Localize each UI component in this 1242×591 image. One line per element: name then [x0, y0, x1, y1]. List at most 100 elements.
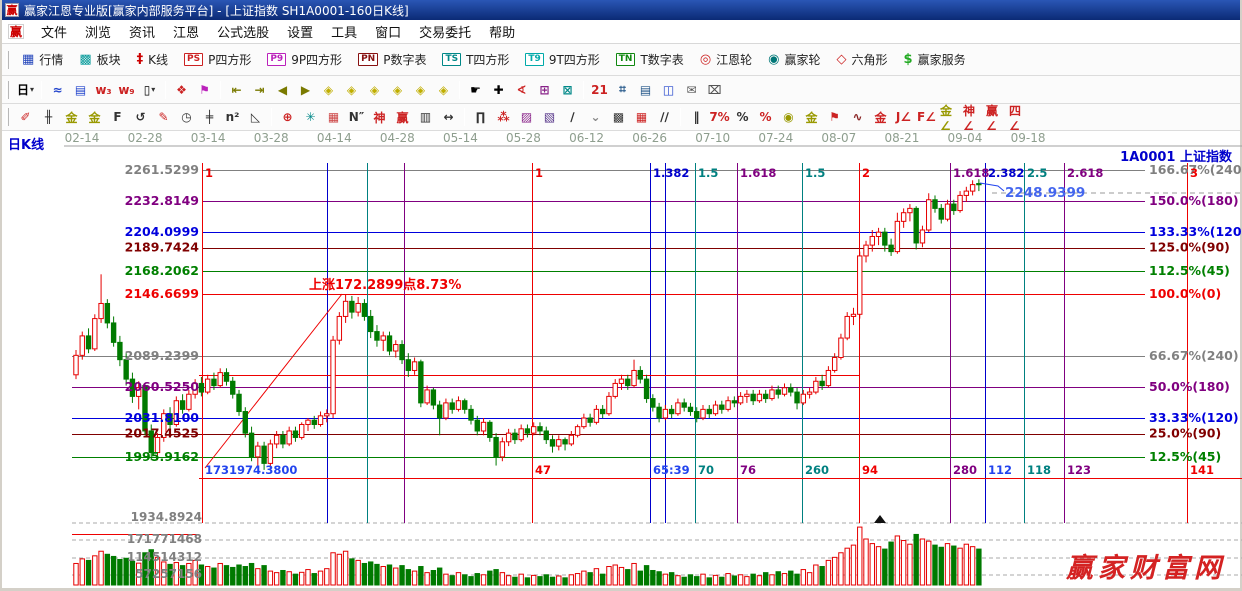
gold-circle-icon[interactable]: ◉ — [778, 107, 799, 128]
percent7-icon[interactable]: 7% — [709, 107, 730, 128]
ruler-comb-icon[interactable]: ╫ — [38, 107, 59, 128]
f-angle-icon[interactable]: F∠ — [916, 107, 937, 128]
p9-square-button[interactable]: P99P四方形 — [259, 47, 350, 73]
menu-item-2[interactable]: 资讯 — [120, 20, 164, 43]
kline-button[interactable]: ‡K线 — [129, 47, 176, 73]
next-page-icon[interactable]: ▶ — [295, 79, 316, 100]
p-number-button[interactable]: PNP数字表 — [350, 47, 434, 73]
rays-icon[interactable]: ⁂ — [493, 107, 514, 128]
brush-icon[interactable]: ✐ — [15, 107, 36, 128]
grid-target-icon[interactable]: ▦ — [323, 107, 344, 128]
zoom-diamond-3-icon[interactable]: ◈ — [364, 79, 385, 100]
wave3-icon[interactable]: w₃ — [93, 79, 114, 100]
zoom-diamond-2-icon[interactable]: ◈ — [341, 79, 362, 100]
frame-icon[interactable]: ∏ — [470, 107, 491, 128]
pen-line-icon[interactable]: ∕ — [562, 107, 583, 128]
first-page-icon[interactable]: ⇤ — [226, 79, 247, 100]
zoom-diamond-5-icon[interactable]: ◈ — [410, 79, 431, 100]
p-square-button[interactable]: PSP四方形 — [176, 47, 259, 73]
angle-ruler-icon[interactable]: ◺ — [245, 107, 266, 128]
stock-mark-icon[interactable]: ❖ — [171, 79, 192, 100]
v-dotted-icon[interactable]: ⌄ — [585, 107, 606, 128]
zoom-diamond-4-icon[interactable]: ◈ — [387, 79, 408, 100]
gann-box-purple-icon[interactable]: ⊞ — [534, 79, 555, 100]
zoom-diamond-1-icon[interactable]: ◈ — [318, 79, 339, 100]
zoom-diamond-6-icon[interactable]: ◈ — [433, 79, 454, 100]
red-pen-icon[interactable]: ✎ — [153, 107, 174, 128]
toolbar-grip[interactable] — [6, 108, 9, 126]
winner-service-button[interactable]: $赢家服务 — [896, 47, 974, 73]
hexagon-button[interactable]: ◇六角形 — [829, 47, 896, 73]
win-icon[interactable]: 赢 — [392, 107, 413, 128]
menu-item-3[interactable]: 江恩 — [164, 20, 208, 43]
t9-square-button[interactable]: T99T四方形 — [517, 47, 607, 73]
mail-icon[interactable]: ✉ — [681, 79, 702, 100]
gann-percent-label: 100.0%(0) — [1149, 286, 1221, 301]
menu-item-1[interactable]: 浏览 — [76, 20, 120, 43]
menu-item-0[interactable]: 文件 — [32, 20, 76, 43]
info-panel-icon[interactable]: ▤ — [70, 79, 91, 100]
wave-pattern-icon[interactable]: ≈ — [47, 79, 68, 100]
snowflake-icon[interactable]: ✳ — [300, 107, 321, 128]
target-icon[interactable]: ⊕ — [277, 107, 298, 128]
notes-icon[interactable]: ▤ — [635, 79, 656, 100]
gold-red-icon[interactable]: 金 — [870, 107, 891, 128]
toolbar-grip[interactable] — [6, 81, 9, 99]
m-marks-icon[interactable]: Ν″ — [346, 107, 367, 128]
menu-item-7[interactable]: 窗口 — [366, 20, 410, 43]
angle-measure-icon[interactable]: ∢ — [511, 79, 532, 100]
f-comb-icon[interactable]: F — [107, 107, 128, 128]
dark-grid-icon[interactable]: ▧ — [539, 107, 560, 128]
j-angle-icon[interactable]: J∠ — [893, 107, 914, 128]
period-select-icon[interactable]: 日▾ — [15, 79, 36, 100]
wave9-icon[interactable]: w₉ — [116, 79, 137, 100]
calendar-icon[interactable]: 21 — [589, 79, 610, 100]
volume-bar — [839, 553, 843, 585]
toolbar-grip[interactable] — [6, 51, 9, 69]
gold-comb2-icon[interactable]: 金 — [84, 107, 105, 128]
crosshair-icon[interactable]: ✚ — [488, 79, 509, 100]
drag-hand-icon[interactable]: ☛ — [465, 79, 486, 100]
win-angle-icon[interactable]: 赢∠ — [985, 107, 1006, 128]
winner-wheel-button[interactable]: ◉赢家轮 — [760, 47, 828, 73]
gold-comb-icon[interactable]: 金 — [61, 107, 82, 128]
t-square-button[interactable]: TST四方形 — [434, 47, 517, 73]
grid-123-icon[interactable]: ▥ — [415, 107, 436, 128]
t-number-button[interactable]: TNT数字表 — [608, 47, 692, 73]
menu-item-9[interactable]: 帮助 — [480, 20, 524, 43]
gann-wheel-button[interactable]: ◎江恩轮 — [692, 47, 760, 73]
volume-tool-icon[interactable]: ‖ — [686, 107, 707, 128]
menu-item-8[interactable]: 交易委托 — [410, 20, 480, 43]
gold-line-icon[interactable]: 金 — [801, 107, 822, 128]
si-angle-icon[interactable]: 四∠ — [1008, 107, 1029, 128]
save-icon[interactable]: ◫ — [658, 79, 679, 100]
dense-grid-icon[interactable]: ▩ — [608, 107, 629, 128]
percent-icon[interactable]: % — [732, 107, 753, 128]
quote-button[interactable]: ▦行情 — [14, 47, 71, 73]
last-page-icon[interactable]: ⇥ — [249, 79, 270, 100]
menu-item-6[interactable]: 工具 — [322, 20, 366, 43]
calculator-icon[interactable]: ⌗ — [612, 79, 633, 100]
gann-box-teal-icon[interactable]: ⊠ — [557, 79, 578, 100]
purple-grid-icon[interactable]: ▨ — [516, 107, 537, 128]
menu-item-4[interactable]: 公式选股 — [208, 20, 278, 43]
shen-icon[interactable]: 神 — [369, 107, 390, 128]
a-wave-icon[interactable]: ∿ — [847, 107, 868, 128]
red-grid-icon[interactable]: ▦ — [631, 107, 652, 128]
gold-angle-icon[interactable]: 金∠ — [939, 107, 960, 128]
prev-page-icon[interactable]: ◀ — [272, 79, 293, 100]
spiral-icon[interactable]: ↺ — [130, 107, 151, 128]
flag2-icon[interactable]: ⚑ — [824, 107, 845, 128]
width-arrows-icon[interactable]: ↔ — [438, 107, 459, 128]
percent-line-icon[interactable]: % — [755, 107, 776, 128]
computer-icon[interactable]: ⌧ — [704, 79, 725, 100]
menu-item-5[interactable]: 设置 — [278, 20, 322, 43]
candle-style-icon[interactable]: ▯▾ — [139, 79, 160, 100]
shen-angle-icon[interactable]: 神∠ — [962, 107, 983, 128]
clock-circle-icon[interactable]: ◷ — [176, 107, 197, 128]
n-square-icon[interactable]: n² — [222, 107, 243, 128]
comb2-icon[interactable]: ╪ — [199, 107, 220, 128]
slant-lines-icon[interactable]: ∕∕ — [654, 107, 675, 128]
sector-button[interactable]: ▩板块 — [71, 47, 128, 73]
color-flag-icon[interactable]: ⚑ — [194, 79, 215, 100]
